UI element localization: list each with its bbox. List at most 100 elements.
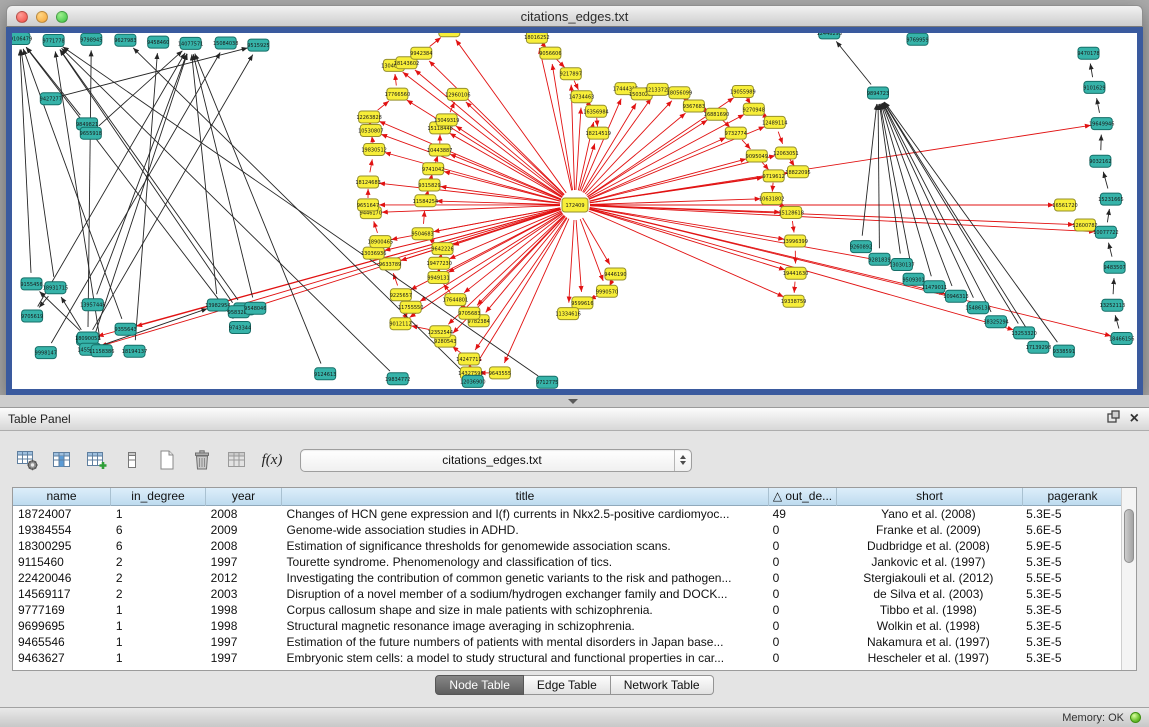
graph-node[interactable]: 17766560 <box>385 88 410 100</box>
graph-node[interactable]: 19834772 <box>385 373 410 385</box>
float-panel-icon[interactable] <box>1107 410 1120 428</box>
table-row[interactable]: 1938455462009Genome-wide association stu… <box>13 522 1121 538</box>
delete-table-button[interactable] <box>224 447 250 473</box>
graph-node[interactable]: 9942384 <box>410 47 432 59</box>
graph-node[interactable]: 9124613 <box>314 368 336 380</box>
graph-node[interactable]: 18214519 <box>585 127 610 139</box>
graph-node[interactable]: 14077571 <box>178 37 203 49</box>
graph-node[interactable]: 9367683 <box>683 100 705 112</box>
graph-node[interactable]: 19055989 <box>730 86 755 98</box>
graph-node[interactable]: 10443887 <box>427 144 452 156</box>
graph-node[interactable]: 9260892 <box>850 241 872 253</box>
graph-node[interactable]: 18016252 <box>524 33 549 43</box>
graph-node[interactable]: 11479011 <box>922 281 947 293</box>
graph-node[interactable]: 12489114 <box>762 116 787 128</box>
table-row[interactable]: 911546021997Tourette syndrome. Phenomeno… <box>13 554 1121 570</box>
graph-node[interactable]: 13253320 <box>1011 327 1036 339</box>
table-row[interactable]: 946554611997Estimation of the future num… <box>13 634 1121 650</box>
tab-edge-table[interactable]: Edge Table <box>524 675 611 695</box>
graph-node[interactable]: 17255833 <box>437 33 462 37</box>
graph-node[interactable]: 12446293 <box>817 33 842 39</box>
graph-node[interactable]: 18090051 <box>75 332 100 344</box>
graph-node[interactable]: 9155456 <box>20 278 42 290</box>
new-table-button[interactable] <box>154 447 180 473</box>
create-column-button[interactable] <box>84 447 110 473</box>
graph-node[interactable]: 9483507 <box>1103 261 1125 273</box>
graph-node[interactable]: 9798945 <box>80 33 102 45</box>
graph-node[interactable]: 9741042 <box>422 163 444 175</box>
graph-node[interactable]: 9012112 <box>389 318 411 330</box>
graph-node[interactable]: 19338759 <box>781 295 806 307</box>
graph-node[interactable]: 9719612 <box>763 170 785 182</box>
graph-node[interactable]: 9509301 <box>902 273 924 285</box>
table-row[interactable]: 1872400712008Changes of HCN gene express… <box>13 506 1121 522</box>
table-row[interactable]: 977716911998Corpus callosum shape and si… <box>13 602 1121 618</box>
graph-node[interactable]: 9355643 <box>114 323 136 335</box>
graph-node[interactable]: 12960106 <box>445 88 470 100</box>
graph-node[interactable]: 9633789 <box>379 258 401 270</box>
table-row[interactable]: 2242004622012Investigating the contribut… <box>13 570 1121 586</box>
graph-node[interactable]: 14734463 <box>569 91 594 103</box>
graph-node[interactable]: 9315829 <box>418 179 440 191</box>
column-header-title[interactable]: title <box>282 488 769 506</box>
graph-node[interactable]: 9771778 <box>42 35 64 47</box>
delete-column-button[interactable] <box>189 447 215 473</box>
graph-node[interactable]: 9705683 <box>458 307 480 319</box>
graph-node[interactable]: 16356984 <box>583 105 608 117</box>
graph-node[interactable]: 18931715 <box>43 282 68 294</box>
vertical-scrollbar[interactable] <box>1121 488 1136 670</box>
graph-node[interactable]: 9458460 <box>147 36 169 48</box>
graph-node[interactable]: 12600782 <box>1072 219 1097 231</box>
graph-node[interactable]: 9225657 <box>390 289 412 301</box>
graph-node[interactable]: 9101629 <box>1083 81 1105 93</box>
graph-node[interactable]: 18822095 <box>785 166 810 178</box>
graph-node[interactable]: 9095049 <box>746 150 768 162</box>
graph-node[interactable]: 13957448 <box>80 299 105 311</box>
graph-node[interactable]: 10631802 <box>759 193 784 205</box>
hub-node[interactable]: 172409 <box>562 198 588 212</box>
graph-node[interactable]: 13030137 <box>889 259 914 271</box>
graph-node[interactable]: 18325294 <box>983 316 1008 328</box>
graph-node[interactable]: 12063051 <box>773 147 798 159</box>
graph-node[interactable]: 9446190 <box>604 268 626 280</box>
window-titlebar[interactable]: citations_edges.txt <box>6 5 1143 27</box>
column-header-pagerank[interactable]: pagerank <box>1023 488 1123 506</box>
graph-node[interactable]: 19106479 <box>12 33 32 45</box>
graph-node[interactable]: 18466156 <box>1109 333 1134 345</box>
graph-node[interactable]: 11584254 <box>413 195 438 207</box>
graph-node[interactable]: 9338591 <box>1053 345 1075 357</box>
graph-node[interactable]: 12036900 <box>460 375 485 387</box>
graph-node[interactable]: 19477230 <box>426 257 451 269</box>
graph-node[interactable]: 15128618 <box>778 207 803 219</box>
graph-node[interactable]: 9032162 <box>1089 155 1111 167</box>
graph-node[interactable]: 18124683 <box>355 176 380 188</box>
graph-node[interactable]: 18900465 <box>368 236 393 248</box>
graph-node[interactable]: 9655918 <box>80 127 102 139</box>
graph-node[interactable]: 16881690 <box>704 108 729 120</box>
graph-node[interactable]: 10077722 <box>1093 226 1118 238</box>
scrollbar-thumb[interactable] <box>1124 509 1134 563</box>
graph-node[interactable]: 9627983 <box>114 34 136 46</box>
show-columns-button[interactable] <box>49 447 75 473</box>
graph-node[interactable]: 9548046 <box>244 302 266 314</box>
tab-network-table[interactable]: Network Table <box>611 675 714 695</box>
graph-node[interactable]: 9998147 <box>35 347 57 359</box>
graph-node[interactable]: 9769959 <box>906 33 928 45</box>
column-header-in_degree[interactable]: in_degree <box>111 488 206 506</box>
graph-node[interactable]: 18056099 <box>667 87 692 99</box>
tab-node-table[interactable]: Node Table <box>435 675 524 695</box>
graph-node[interactable]: 9217897 <box>560 68 582 80</box>
table-mode-button[interactable] <box>14 447 40 473</box>
graph-node[interactable]: 11334616 <box>555 308 580 320</box>
graph-node[interactable]: 9281839 <box>868 253 890 265</box>
graph-node[interactable]: 9651647 <box>357 199 379 211</box>
graph-node[interactable]: 9504683 <box>411 228 433 240</box>
graph-node[interactable]: 9056606 <box>539 47 561 59</box>
graph-node[interactable]: 9642226 <box>431 243 453 255</box>
graph-node[interactable]: 9427277 <box>40 93 62 105</box>
graph-node[interactable]: 9470178 <box>1077 47 1099 59</box>
graph-node[interactable]: 9712775 <box>536 376 558 388</box>
graph-node[interactable]: 9894723 <box>867 87 889 99</box>
panel-splitter[interactable] <box>0 395 1149 407</box>
graph-node[interactable]: 17139298 <box>1026 341 1051 353</box>
